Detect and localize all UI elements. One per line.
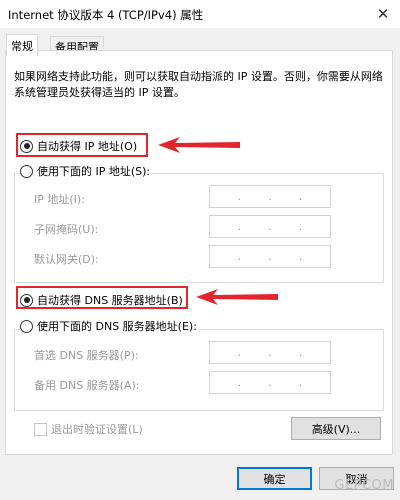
- arrow-dns-shape: [196, 289, 278, 305]
- preferred-dns-label: 首选 DNS 服务器(P):: [34, 349, 139, 362]
- manual-dns-label: 使用下面的 DNS 服务器地址(E):: [37, 320, 197, 333]
- ip-address-input[interactable]: ...: [209, 185, 331, 208]
- annotation-box-auto-ip: [16, 133, 148, 157]
- advanced-button-label: 高级(V)...: [311, 422, 361, 436]
- general-tab-panel: 如果网络支持此功能，则可以获取自动指派的 IP 设置。否则，你需要从网络系统管理…: [5, 50, 393, 455]
- ok-button-label: 确定: [263, 472, 286, 486]
- subnet-mask-label: 子网掩码(U):: [34, 223, 99, 236]
- preferred-dns-input[interactable]: ...: [209, 341, 331, 364]
- ip-separator: .: [268, 220, 272, 233]
- ip-separator: .: [237, 190, 242, 203]
- arrow-ip-shape: [158, 137, 240, 153]
- ip-separator: .: [268, 250, 272, 263]
- ip-separator: .: [237, 220, 242, 233]
- description-text: 如果网络支持此功能，则可以获取自动指派的 IP 设置。否则，你需要从网络系统管理…: [14, 70, 383, 99]
- manual-dns-radio[interactable]: 使用下面的 DNS 服务器地址(E):: [20, 318, 199, 334]
- ok-button[interactable]: 确定: [237, 467, 312, 490]
- default-gateway-input[interactable]: ...: [209, 245, 331, 268]
- validate-on-exit-label: 退出时验证设置(L): [51, 423, 143, 436]
- watermark: GEPCOM: [334, 478, 394, 493]
- title-bar: Internet 协议版本 4 (TCP/IPv4) 属性 ✕: [0, 0, 400, 28]
- ip-separator: .: [298, 346, 303, 359]
- ip-separator: .: [237, 250, 242, 263]
- close-button[interactable]: ✕: [366, 0, 400, 28]
- annotation-arrow-dns: [196, 289, 278, 305]
- tab-general-label: 常规: [11, 39, 33, 53]
- validate-on-exit-checkbox-box[interactable]: [34, 422, 47, 436]
- advanced-button[interactable]: 高级(V)...: [291, 417, 381, 440]
- close-icon: ✕: [376, 5, 390, 23]
- ip-address-label: IP 地址(I):: [34, 193, 85, 206]
- default-gateway-label: 默认网关(D):: [34, 253, 99, 266]
- tab-general[interactable]: 常规: [6, 34, 38, 56]
- alternate-dns-input[interactable]: ...: [209, 371, 331, 394]
- ip-separator: .: [237, 376, 242, 389]
- ip-separator: .: [298, 376, 303, 389]
- ip-separator: .: [298, 220, 303, 233]
- ip-separator: .: [268, 376, 272, 389]
- window-title: Internet 协议版本 4 (TCP/IPv4) 属性: [8, 8, 204, 22]
- annotation-arrow-ip: [158, 137, 240, 153]
- manual-ip-label: 使用下面的 IP 地址(S):: [37, 165, 151, 178]
- validate-on-exit-checkbox[interactable]: 退出时验证设置(L): [34, 421, 143, 437]
- ip-separator: .: [298, 190, 303, 203]
- ip-separator: .: [268, 190, 272, 203]
- ip-separator: .: [237, 346, 242, 359]
- ip-separator: .: [268, 346, 272, 359]
- subnet-mask-input[interactable]: ...: [209, 215, 331, 238]
- manual-ip-radio-button[interactable]: [20, 164, 33, 178]
- alternate-dns-label: 备用 DNS 服务器(A):: [34, 379, 140, 392]
- manual-ip-radio[interactable]: 使用下面的 IP 地址(S):: [20, 163, 153, 179]
- ip-separator: .: [298, 250, 303, 263]
- manual-dns-radio-button[interactable]: [20, 319, 33, 333]
- annotation-box-auto-dns: [16, 286, 188, 309]
